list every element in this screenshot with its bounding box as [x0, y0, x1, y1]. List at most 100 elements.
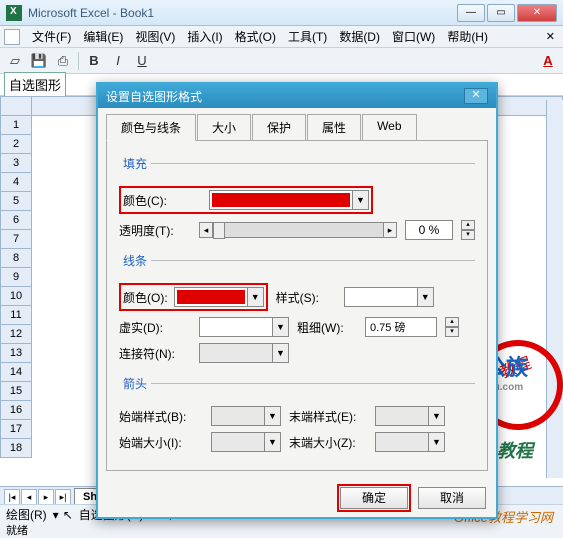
row-header[interactable]: 11 [0, 306, 32, 325]
line-style-combo[interactable]: ▼ [344, 287, 434, 307]
select-all-corner[interactable] [0, 96, 32, 116]
row-header[interactable]: 8 [0, 249, 32, 268]
spin-down-icon[interactable]: ▾ [461, 230, 475, 240]
tab-colors-lines[interactable]: 颜色与线条 [106, 114, 196, 141]
tab-nav-first[interactable]: |◂ [4, 489, 20, 505]
spin-up-icon[interactable]: ▴ [461, 220, 475, 230]
row-header[interactable]: 6 [0, 211, 32, 230]
row-header[interactable]: 18 [0, 439, 32, 458]
font-color-icon[interactable]: A [537, 50, 559, 72]
menu-view[interactable]: 视图(V) [129, 26, 181, 47]
end-style-combo: ▼ [375, 406, 445, 426]
slider-thumb[interactable] [213, 222, 225, 239]
separator [78, 52, 79, 70]
close-button[interactable]: ✕ [517, 4, 557, 22]
menu-edit[interactable]: 编辑(E) [77, 26, 129, 47]
weight-label: 粗细(W): [297, 319, 357, 336]
menu-file[interactable]: 文件(F) [26, 26, 77, 47]
weight-input[interactable]: 0.75 磅 [365, 317, 437, 337]
minimize-button[interactable]: — [457, 4, 485, 22]
menu-window[interactable]: 窗口(W) [386, 26, 441, 47]
row-header[interactable]: 7 [0, 230, 32, 249]
arrow-group: 箭头 始端样式(B): ▼ 末端样式(E): ▼ 始端大小(I): ▼ 末端大小… [119, 375, 475, 458]
slider-left-icon[interactable]: ◂ [199, 222, 213, 238]
line-style-label: 样式(S): [276, 289, 336, 306]
row-header[interactable]: 14 [0, 363, 32, 382]
transparency-slider[interactable]: ◂ ▸ [199, 221, 397, 239]
weight-spinner[interactable]: ▴ ▾ [445, 317, 459, 337]
row-header[interactable]: 13 [0, 344, 32, 363]
dialog-button-row: 确定 取消 [98, 479, 496, 517]
menu-bar: 文件(F) 编辑(E) 视图(V) 插入(I) 格式(O) 工具(T) 数据(D… [0, 26, 563, 48]
new-icon[interactable]: ▱ [4, 50, 26, 72]
dropdown-icon[interactable]: ▼ [417, 288, 433, 306]
vertical-scrollbar[interactable] [546, 100, 563, 478]
line-legend: 线条 [119, 252, 151, 269]
menu-insert[interactable]: 插入(I) [181, 26, 228, 47]
line-group: 线条 颜色(O): ▼ 样式(S): ▼ 虚实(D): [119, 252, 475, 369]
tab-web[interactable]: Web [362, 114, 416, 140]
fill-color-swatch [212, 193, 350, 207]
spin-up-icon[interactable]: ▴ [445, 317, 459, 327]
dialog-titlebar[interactable]: 设置自选图形格式 ✕ [98, 84, 496, 108]
dialog-close-button[interactable]: ✕ [464, 88, 488, 104]
document-icon [4, 29, 20, 45]
dash-combo[interactable]: ▼ [199, 317, 289, 337]
row-header[interactable]: 12 [0, 325, 32, 344]
menu-data[interactable]: 数据(D) [333, 26, 386, 47]
menu-format[interactable]: 格式(O) [229, 26, 282, 47]
tab-nav-prev[interactable]: ◂ [21, 489, 37, 505]
save-icon[interactable]: 💾 [28, 50, 50, 72]
standard-toolbar: ▱ 💾 ⎙ B I U A [0, 48, 563, 74]
dialog-tabstrip: 颜色与线条 大小 保护 属性 Web [98, 108, 496, 140]
window-title: Microsoft Excel - Book1 [28, 6, 154, 20]
draw-menu[interactable]: 绘图(R) [4, 505, 49, 524]
fill-color-combo[interactable]: ▼ [209, 190, 369, 210]
row-header[interactable]: 3 [0, 154, 32, 173]
dropdown-icon[interactable]: ▼ [352, 191, 368, 209]
fill-legend: 填充 [119, 155, 151, 172]
maximize-button[interactable]: ▭ [487, 4, 515, 22]
cancel-button[interactable]: 取消 [418, 487, 486, 509]
row-header[interactable]: 17 [0, 420, 32, 439]
document-close-button[interactable]: ✕ [542, 30, 559, 43]
dropdown-icon: ▼ [272, 344, 288, 362]
dropdown-icon[interactable]: ▼ [247, 288, 263, 306]
transparency-spinner[interactable]: ▴ ▾ [461, 220, 475, 240]
tab-properties[interactable]: 属性 [307, 114, 361, 140]
row-header[interactable]: 10 [0, 287, 32, 306]
tab-nav-last[interactable]: ▸| [55, 489, 71, 505]
slider-right-icon[interactable]: ▸ [383, 222, 397, 238]
bold-icon[interactable]: B [83, 50, 105, 72]
print-icon[interactable]: ⎙ [52, 50, 74, 72]
menu-help[interactable]: 帮助(H) [441, 26, 494, 47]
tab-size[interactable]: 大小 [197, 114, 251, 140]
row-header[interactable]: 2 [0, 135, 32, 154]
transparency-label: 透明度(T): [119, 222, 191, 239]
row-header[interactable]: 9 [0, 268, 32, 287]
status-bar: 就绪 [0, 524, 563, 538]
window-titlebar: Microsoft Excel - Book1 — ▭ ✕ [0, 0, 563, 26]
row-header[interactable]: 16 [0, 401, 32, 420]
spin-down-icon[interactable]: ▾ [445, 327, 459, 337]
ok-button[interactable]: 确定 [340, 487, 408, 509]
end-style-label: 末端样式(E): [289, 408, 367, 425]
slider-track[interactable] [213, 222, 383, 238]
arrow-legend: 箭头 [119, 375, 151, 392]
line-color-combo[interactable]: ▼ [174, 287, 264, 307]
connector-label: 连接符(N): [119, 345, 191, 362]
menu-tools[interactable]: 工具(T) [282, 26, 333, 47]
row-header[interactable]: 1 [0, 116, 32, 135]
pointer-icon[interactable]: ↖ [63, 508, 73, 522]
dropdown-icon[interactable]: ▼ [272, 318, 288, 336]
underline-icon[interactable]: U [131, 50, 153, 72]
tab-protection[interactable]: 保护 [252, 114, 306, 140]
tab-nav-next[interactable]: ▸ [38, 489, 54, 505]
line-color-swatch [177, 290, 245, 304]
italic-icon[interactable]: I [107, 50, 129, 72]
row-header[interactable]: 5 [0, 192, 32, 211]
transparency-value[interactable]: 0 % [405, 220, 453, 240]
name-box[interactable]: 自选图形 [4, 72, 66, 97]
row-header[interactable]: 4 [0, 173, 32, 192]
row-header[interactable]: 15 [0, 382, 32, 401]
